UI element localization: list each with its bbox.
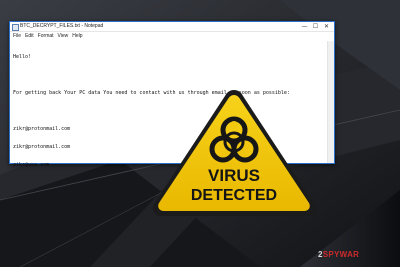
site-watermark: 2SPYWAR (318, 250, 359, 259)
menu-bar: File Edit Format View Help (10, 32, 334, 40)
virus-label: VIRUS (208, 166, 260, 185)
text-line (13, 72, 326, 78)
text-line: Hello! (13, 54, 32, 60)
vertical-scrollbar[interactable] (327, 41, 334, 163)
notepad-icon (12, 24, 19, 31)
menu-help[interactable]: Help (72, 32, 82, 40)
detected-label: DETECTED (191, 187, 277, 204)
watermark-text: SPYWAR (322, 250, 360, 259)
menu-view[interactable]: View (58, 32, 69, 40)
menu-edit[interactable]: Edit (25, 32, 34, 40)
window-title: BTC_DECRYPT_FILES.txt - Notepad (20, 23, 104, 29)
close-button[interactable]: ✕ (321, 22, 332, 31)
menu-format[interactable]: Format (38, 32, 54, 40)
maximize-button[interactable]: ☐ (310, 22, 321, 31)
minimize-button[interactable]: — (299, 22, 310, 31)
menu-file[interactable]: File (13, 32, 21, 40)
title-bar[interactable]: BTC_DECRYPT_FILES.txt - Notepad — ☐ ✕ (10, 22, 334, 32)
virus-detected-warning-sign: VIRUS DETECTED (152, 90, 316, 216)
